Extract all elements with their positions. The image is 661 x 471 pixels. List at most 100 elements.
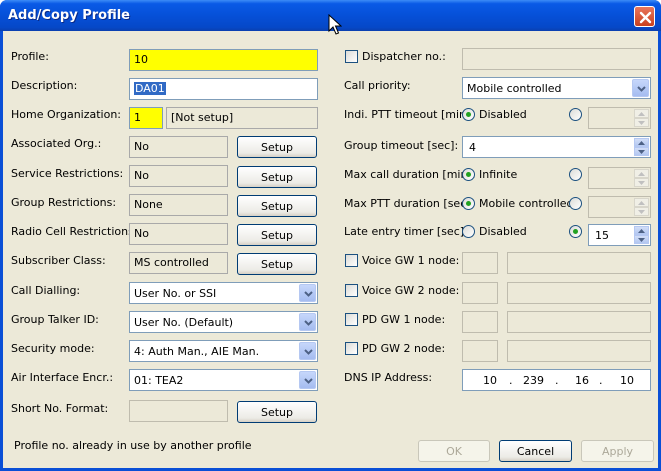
pd-gw2-node-input[interactable] bbox=[462, 340, 498, 362]
mouse-pointer-icon bbox=[328, 14, 342, 35]
dispatcher-checkbox[interactable] bbox=[345, 50, 358, 63]
group-timeout-spinner[interactable]: 4 bbox=[462, 136, 651, 158]
status-message: Profile no. already in use by another pr… bbox=[14, 439, 252, 452]
spin-down-button[interactable] bbox=[634, 118, 649, 127]
home-org-label: Home Organization: bbox=[11, 108, 122, 121]
call-priority-dropdown[interactable]: Mobile controlled bbox=[462, 77, 651, 99]
voice-gw1-label: Voice GW 1 node: bbox=[362, 254, 460, 267]
max-call-label: Max call duration [min]: bbox=[344, 168, 476, 181]
radio-cell-restr-label: Radio Cell Restrictions: bbox=[11, 225, 138, 238]
dropdown-arrow-button[interactable] bbox=[299, 313, 316, 331]
spin-up-button[interactable] bbox=[634, 169, 649, 178]
spin-down-button[interactable] bbox=[634, 235, 649, 244]
short-no-format-label: Short No. Format: bbox=[11, 402, 109, 415]
dns-ip-octet-3[interactable]: 16 bbox=[575, 374, 589, 387]
dns-ip-separator: . bbox=[555, 374, 559, 387]
assoc-org-setup-button[interactable]: Setup bbox=[237, 136, 317, 158]
late-entry-value-radio[interactable] bbox=[569, 225, 582, 238]
max-call-spinner[interactable] bbox=[588, 167, 651, 189]
service-restr-value: No bbox=[129, 165, 228, 187]
max-ptt-label: Max PTT duration [sec]: bbox=[344, 197, 475, 210]
radio-cell-restr-setup-button[interactable]: Setup bbox=[237, 224, 317, 246]
voice-gw2-node-input[interactable] bbox=[462, 282, 498, 304]
voice-gw2-name-field bbox=[507, 282, 651, 304]
pd-gw1-node-input[interactable] bbox=[462, 311, 498, 333]
profile-input[interactable]: 10 bbox=[129, 49, 318, 71]
pd-gw2-label: PD GW 2 node: bbox=[362, 342, 446, 355]
call-priority-label: Call priority: bbox=[344, 79, 411, 92]
voice-gw1-checkbox[interactable] bbox=[345, 254, 358, 267]
dispatcher-input[interactable] bbox=[462, 48, 651, 70]
home-org-name: [Not setup] bbox=[166, 107, 318, 129]
pd-gw1-label: PD GW 1 node: bbox=[362, 313, 446, 326]
description-input[interactable]: DA01 bbox=[129, 78, 318, 100]
voice-gw2-checkbox[interactable] bbox=[345, 284, 358, 297]
max-call-value-radio[interactable] bbox=[569, 168, 582, 181]
spin-up-button[interactable] bbox=[634, 109, 649, 118]
radio-selected-dot bbox=[573, 229, 578, 234]
description-label: Description: bbox=[11, 79, 78, 92]
dns-ip-octet-2[interactable]: 239 bbox=[523, 374, 544, 387]
cancel-button[interactable]: Cancel bbox=[499, 440, 572, 462]
dispatcher-label: Dispatcher no.: bbox=[362, 50, 446, 63]
short-no-format-setup-button[interactable]: Setup bbox=[237, 401, 317, 423]
max-ptt-mobile-radio[interactable] bbox=[462, 197, 475, 210]
call-dialling-label: Call Dialling: bbox=[11, 284, 81, 297]
spin-down-button[interactable] bbox=[634, 178, 649, 187]
dns-ip-octet-4[interactable]: 10 bbox=[620, 374, 634, 387]
spin-down-button[interactable] bbox=[634, 207, 649, 216]
chevron-down-icon bbox=[304, 291, 313, 297]
security-mode-dropdown[interactable]: 4: Auth Man., AIE Man. bbox=[129, 340, 318, 362]
chevron-down-icon bbox=[638, 121, 645, 125]
home-org-input[interactable]: 1 bbox=[129, 107, 163, 129]
max-ptt-spinner[interactable] bbox=[588, 196, 651, 218]
voice-gw1-node-input[interactable] bbox=[462, 252, 498, 274]
call-priority-value: Mobile controlled bbox=[467, 82, 562, 95]
late-entry-disabled-radio[interactable] bbox=[462, 225, 475, 238]
dialog-client-area: Profile: 10 Description: DA01 Home Organ… bbox=[3, 31, 658, 468]
radio-selected-dot bbox=[466, 172, 471, 177]
dns-ip-octet-1[interactable]: 10 bbox=[483, 374, 497, 387]
dropdown-arrow-button[interactable] bbox=[299, 284, 316, 302]
pd-gw2-checkbox[interactable] bbox=[345, 342, 358, 355]
max-call-infinite-radio[interactable] bbox=[462, 168, 475, 181]
description-selected-text: DA01 bbox=[134, 82, 166, 95]
radio-cell-restr-value: No bbox=[129, 223, 228, 245]
chevron-down-icon bbox=[304, 320, 313, 326]
group-talker-id-dropdown[interactable]: User No. (Default) bbox=[129, 311, 318, 333]
chevron-down-icon bbox=[638, 210, 645, 214]
apply-button[interactable]: Apply bbox=[581, 440, 654, 462]
chevron-down-icon bbox=[637, 86, 646, 92]
group-restr-value: None bbox=[129, 194, 228, 216]
spin-down-button[interactable] bbox=[634, 147, 649, 156]
radio-selected-dot bbox=[466, 112, 471, 117]
service-restr-setup-button[interactable]: Setup bbox=[237, 166, 317, 188]
close-button[interactable] bbox=[634, 6, 655, 27]
spin-up-button[interactable] bbox=[634, 138, 649, 147]
indi-ptt-value-radio[interactable] bbox=[569, 108, 582, 121]
max-ptt-value-radio[interactable] bbox=[569, 197, 582, 210]
indi-ptt-label: Indi. PTT timeout [min]: bbox=[344, 108, 475, 121]
indi-ptt-disabled-radio[interactable] bbox=[462, 108, 475, 121]
subscriber-class-setup-button[interactable]: Setup bbox=[237, 253, 317, 275]
dropdown-arrow-button[interactable] bbox=[299, 342, 316, 360]
spin-up-button[interactable] bbox=[634, 198, 649, 207]
dns-ip-input[interactable]: 10 . 239 . 16 . 10 bbox=[462, 369, 651, 391]
close-icon bbox=[639, 11, 652, 24]
ok-button[interactable]: OK bbox=[418, 440, 490, 462]
group-timeout-value: 4 bbox=[469, 141, 476, 154]
security-mode-label: Security mode: bbox=[11, 342, 95, 355]
spin-up-button[interactable] bbox=[634, 226, 649, 235]
pd-gw1-checkbox[interactable] bbox=[345, 313, 358, 326]
call-dialling-dropdown[interactable]: User No. or SSI bbox=[129, 282, 318, 304]
dns-ip-separator: . bbox=[599, 374, 603, 387]
dropdown-arrow-button[interactable] bbox=[632, 79, 649, 97]
chevron-up-icon bbox=[638, 201, 645, 205]
assoc-org-value: No bbox=[129, 136, 228, 158]
indi-ptt-spinner[interactable] bbox=[588, 107, 651, 129]
late-entry-spinner[interactable]: 15 bbox=[588, 224, 651, 246]
group-restr-setup-button[interactable]: Setup bbox=[237, 195, 317, 217]
dropdown-arrow-button[interactable] bbox=[299, 371, 316, 389]
air-interface-dropdown[interactable]: 01: TEA2 bbox=[129, 369, 318, 391]
chevron-down-icon bbox=[304, 378, 313, 384]
